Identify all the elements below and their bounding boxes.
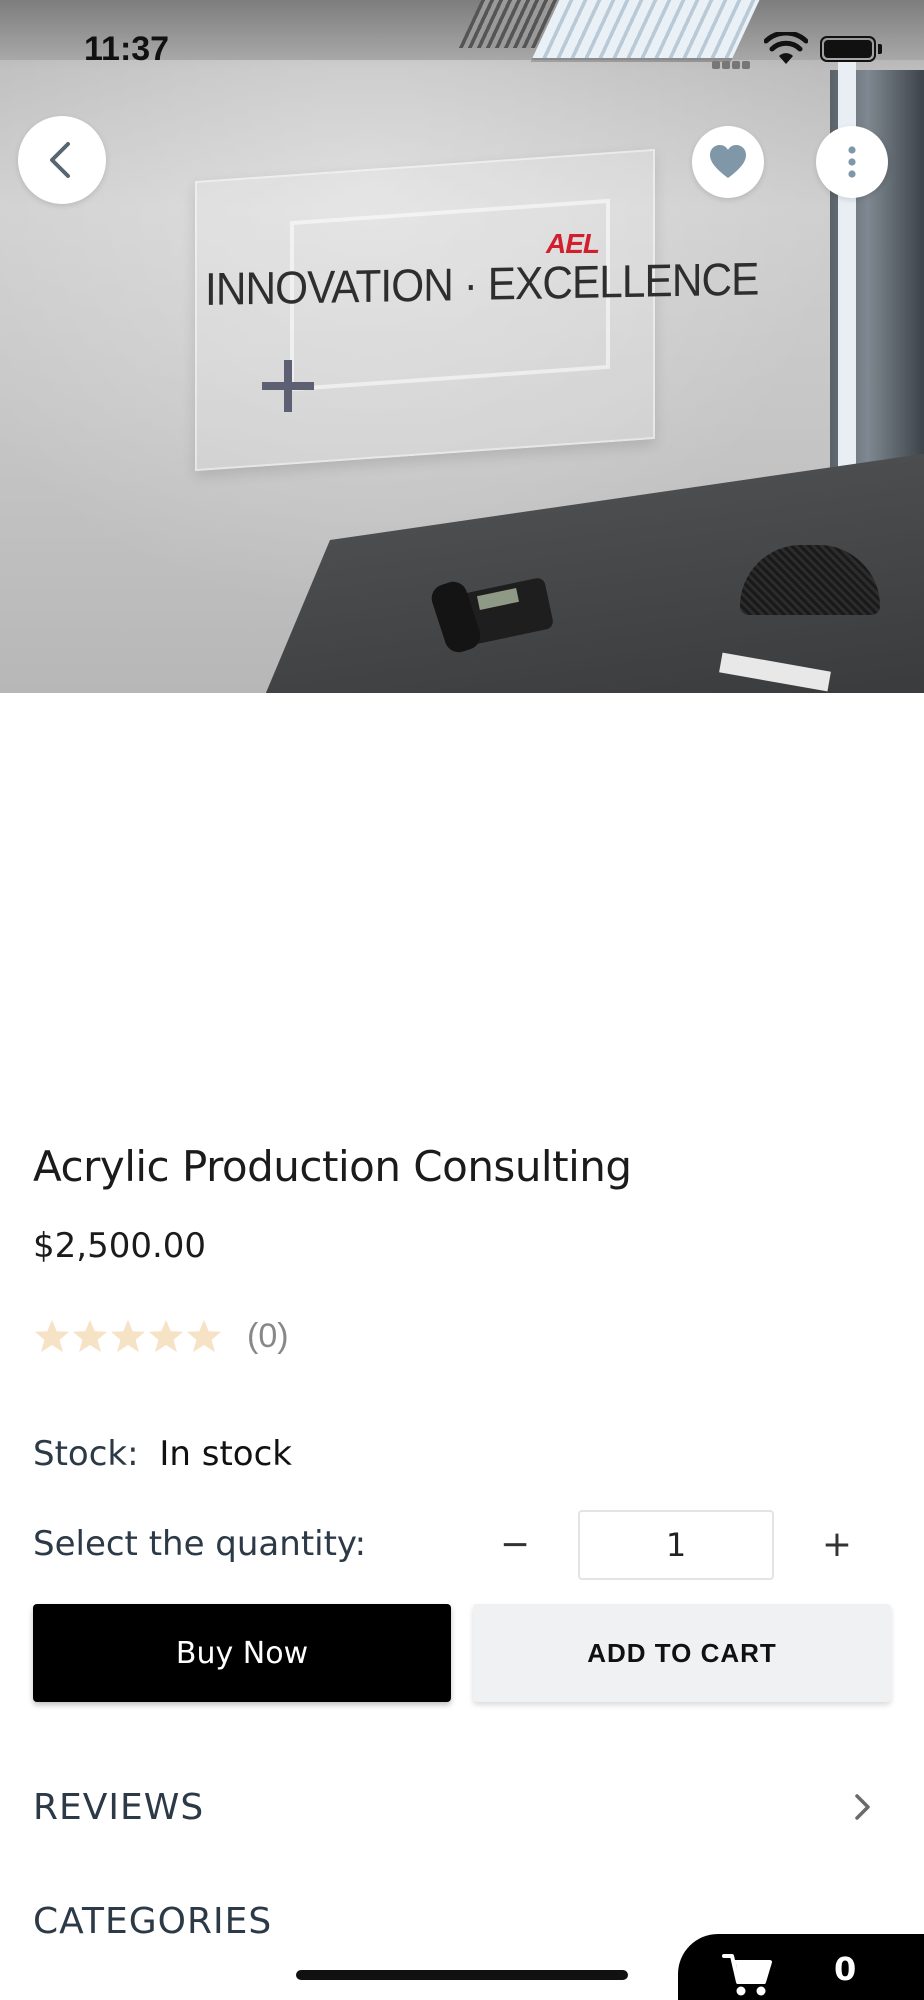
image-plus-mark <box>262 360 314 412</box>
status-time: 11:37 <box>84 30 170 68</box>
battery-cap <box>878 44 882 54</box>
product-price: $2,500.00 <box>33 1226 207 1266</box>
cart-button[interactable]: 0 <box>678 1934 924 2000</box>
product-title: Acrylic Production Consulting <box>33 1142 632 1191</box>
cart-icon <box>722 1954 772 1996</box>
star-icon <box>72 1319 108 1353</box>
buy-now-button[interactable]: Buy Now <box>33 1604 451 1702</box>
product-detail-screen: AEL INNOVATION · EXCELLENCE 11:37 Acryli… <box>0 0 924 2000</box>
heart-icon <box>710 145 746 178</box>
star-icon <box>110 1319 146 1353</box>
sign-text: INNOVATION · EXCELLENCE <box>205 252 759 315</box>
star-icon <box>148 1319 184 1353</box>
battery-icon <box>820 36 876 62</box>
quantity-decrease-button[interactable]: − <box>490 1512 540 1576</box>
quantity-increase-button[interactable]: + <box>812 1512 862 1576</box>
more-options-button[interactable] <box>816 126 888 198</box>
stock-label: Stock: <box>33 1434 139 1474</box>
star-icon <box>34 1319 70 1353</box>
back-icon <box>50 142 70 178</box>
rating-count: (0) <box>247 1316 289 1355</box>
reviews-title: REVIEWS <box>33 1786 205 1828</box>
add-to-cart-button[interactable]: ADD TO CART <box>473 1604 891 1702</box>
cellular-signal-icon <box>712 56 756 69</box>
product-image: AEL INNOVATION · EXCELLENCE <box>0 0 924 693</box>
more-vertical-icon <box>848 146 856 178</box>
home-indicator <box>296 1970 628 1980</box>
quantity-input[interactable] <box>578 1510 774 1580</box>
categories-title: CATEGORIES <box>33 1900 273 1942</box>
status-icons <box>712 30 882 69</box>
star-icon <box>186 1319 222 1353</box>
quantity-label: Select the quantity: <box>33 1524 367 1564</box>
back-button[interactable] <box>18 116 106 204</box>
reviews-section-link[interactable]: REVIEWS <box>33 1772 873 1842</box>
stock-row: Stock: In stock <box>33 1434 292 1474</box>
rating-stars: (0) <box>33 1316 289 1356</box>
favorite-button[interactable] <box>692 126 764 198</box>
stock-value: In stock <box>159 1434 292 1474</box>
wifi-icon <box>763 30 809 66</box>
cart-count: 0 <box>834 1950 857 1988</box>
chevron-right-icon <box>855 1794 870 1820</box>
